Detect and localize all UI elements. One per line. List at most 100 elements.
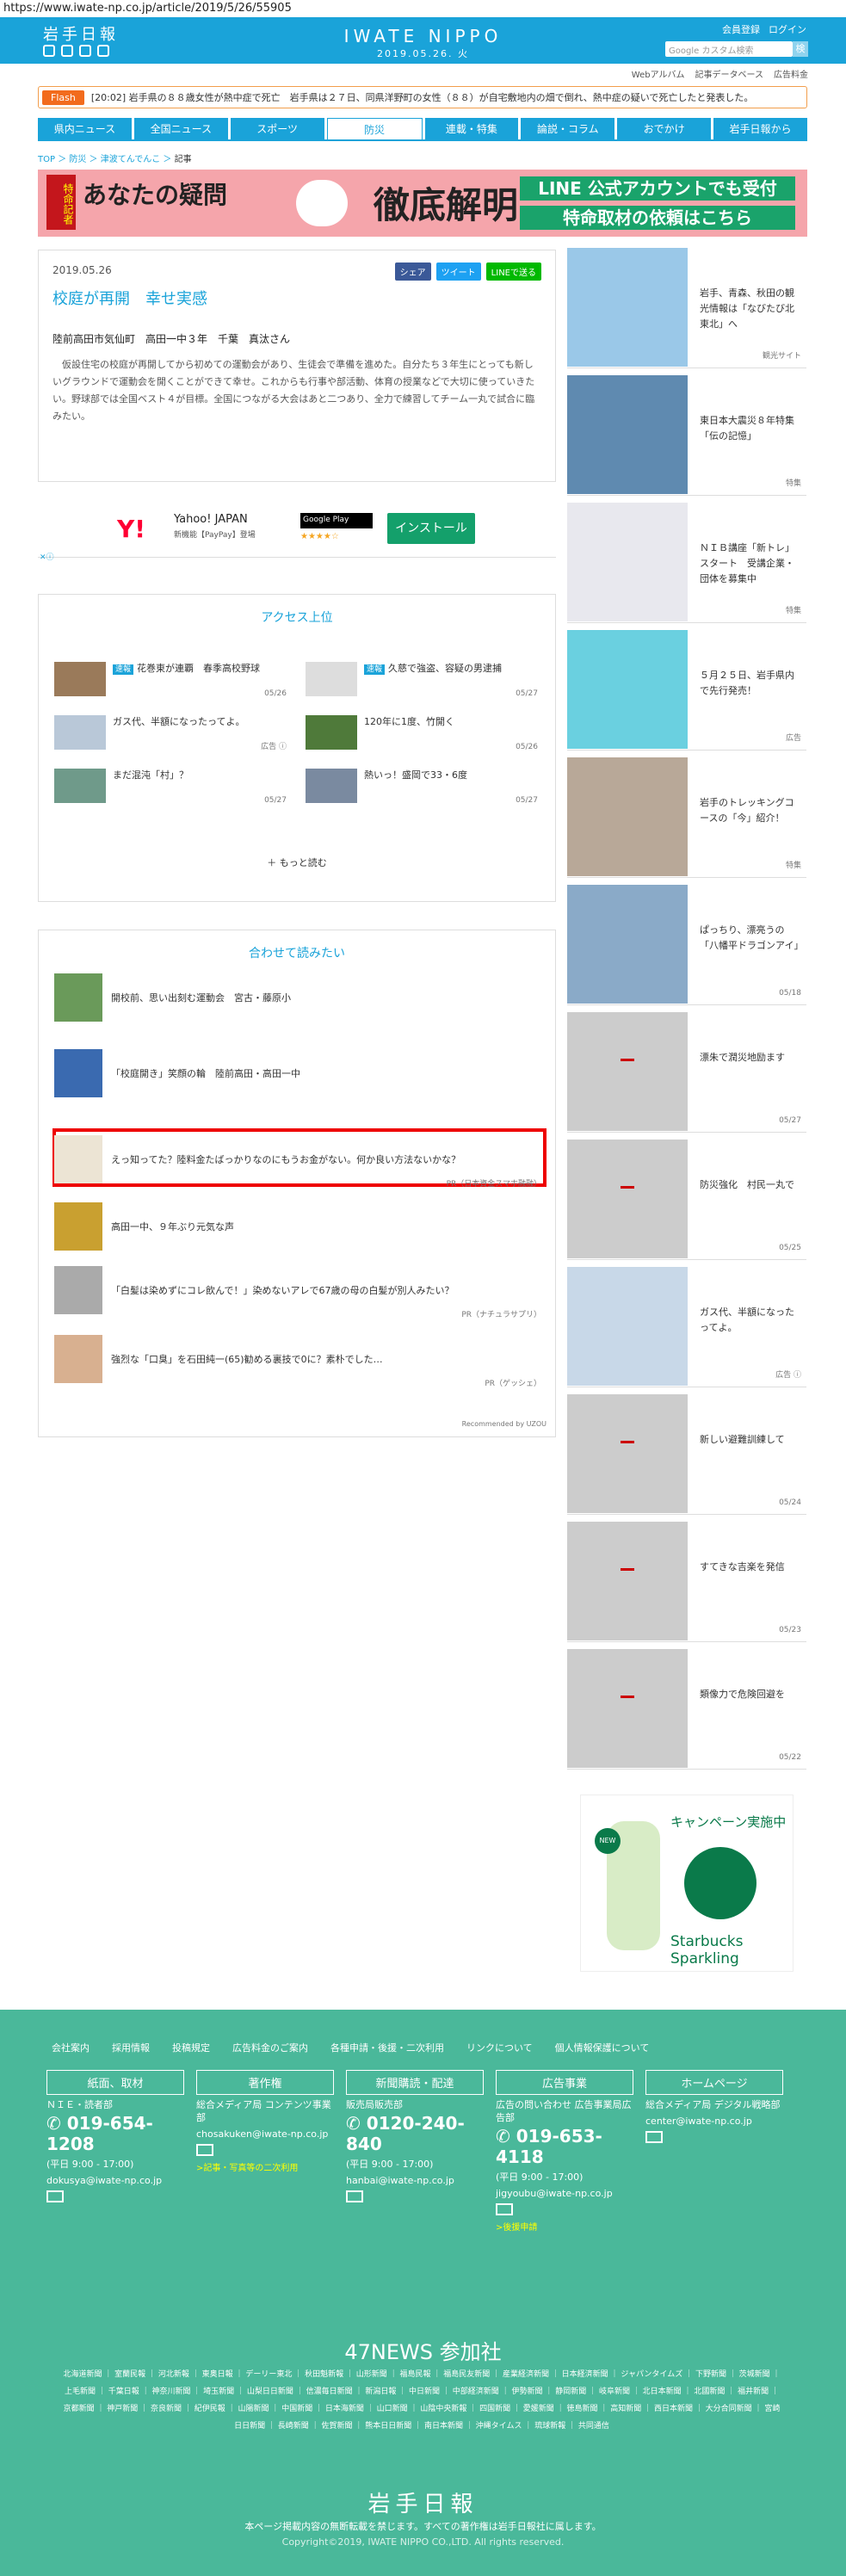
side-card[interactable]: ぱっちり、漂亮うの「八幡平ドラゴンアイ」 05/18 <box>567 885 806 1005</box>
google-play-icon: Google Play <box>300 513 373 528</box>
phone-icon: ✆ 0120-240-840 <box>346 2113 465 2154</box>
nav-bousai[interactable]: 防災 <box>326 118 423 140</box>
footer-link[interactable]: 会社案内 <box>52 2041 90 2054</box>
copyright: Copyright©2019, IWATE NIPPO CO.,LTD. All… <box>281 2536 565 2548</box>
mail-icon[interactable] <box>346 2190 363 2202</box>
login-link[interactable]: ログイン <box>769 22 806 36</box>
placeholder-logo-icon <box>567 1394 688 1513</box>
side-card[interactable]: 東日本大震災８年特集「伝の記憶」 特集 <box>567 375 806 496</box>
placeholder-logo-icon <box>567 1649 688 1768</box>
share-twitter-button[interactable]: ツイート <box>435 263 481 281</box>
footer-link[interactable]: リンクについて <box>466 2041 533 2054</box>
promo-banner[interactable]: 特命記者 あなたの疑問 徹底解明 LINE 公式アカウントでも受付 特命取材の依… <box>38 170 807 237</box>
ranking-item[interactable]: ガス代、半額になったってよ。 広告 ⓘ <box>54 715 287 751</box>
nav-national[interactable]: 全国ニュース <box>133 118 228 140</box>
mail-icon[interactable] <box>196 2144 213 2156</box>
side-card[interactable]: ＮＩＢ講座「新トレ」スタート 受講企業・団体を募集中 特集 <box>567 503 806 623</box>
partner-papers[interactable]: 北海道新聞 ｜ 室蘭民報 ｜ 河北新報 ｜ 東奥日報 ｜ デーリー東北 ｜ 秋田… <box>60 2366 783 2435</box>
side-card[interactable]: 類像力で危険回避を 05/22 <box>567 1649 806 1770</box>
bc-tsunami[interactable]: 津波てんでんこ <box>101 155 161 164</box>
footer-col: 紙面、取材 ＮＩＥ・読者部 ✆ 019-654-1208 (平日 9:00 - … <box>46 2070 184 2205</box>
footer-col: 新聞購読・配達 販売局販売部 ✆ 0120-240-840 (平日 9:00 -… <box>346 2070 484 2205</box>
nav-odekake[interactable]: おでかけ <box>617 118 712 140</box>
flash-text[interactable]: [20:02] 岩手県の８８歳女性が熱中症で死亡 岩手県は２７日、同県洋野町の女… <box>91 90 754 104</box>
search-icon[interactable]: 検 <box>793 41 808 57</box>
more-button[interactable]: ＋ もっと読む <box>39 856 555 869</box>
footer-logo: 岩手日報 <box>367 2492 479 2517</box>
secondary-use-link[interactable]: >記事・写真等の二次利用 <box>196 2162 334 2175</box>
related-thumb <box>54 1202 102 1251</box>
ranking-thumb <box>54 769 106 803</box>
related-item[interactable]: 開校前、思い出刻む運動会 宮古・藤原小 <box>54 973 541 1022</box>
ranking-thumb <box>306 769 357 803</box>
starbucks-logo-icon <box>684 1847 756 1919</box>
nav-local[interactable]: 県内ニュース <box>38 118 132 140</box>
related-item[interactable]: えっ知ってた？陸料金たばっかりなのにもうお金がない。何か良い方法ないかな？ PR… <box>54 1135 541 1189</box>
article-body: 仮設住宅の校庭が再開してから初めての運動会があり、生徒会で準備を進めた。自分たち… <box>52 359 535 422</box>
ranking-item[interactable]: 速報 花巻東が連覇 春季高校野球 05/26 <box>54 662 287 698</box>
nav-sports[interactable]: スポーツ <box>230 118 324 140</box>
related-articles: 合わせて読みたい 開校前、思い出刻む運動会 宮古・藤原小 「校庭開き」笑顔の輪 … <box>38 930 556 1437</box>
share-facebook-button[interactable]: シェア <box>394 263 431 281</box>
footer-notice: 本ページ掲載内容の無断転載を禁じます。すべての著作権は岩手日報社に属します。 <box>244 2521 602 2532</box>
site-header: 岩手日報 IWATE NIPPO 2019.05.26. 火 会員登録 ログイン… <box>0 17 846 64</box>
ranking-thumb <box>306 662 357 696</box>
search-input[interactable]: Google カスタム検索 <box>665 41 793 57</box>
footer-link[interactable]: 各種申請・後援・二次利用 <box>330 2041 444 2054</box>
member-link[interactable]: 会員登録 <box>722 22 760 36</box>
banner-tag: 特命記者 <box>46 175 76 230</box>
placeholder-logo-icon <box>567 1140 688 1258</box>
related-item[interactable]: 「白髪は染めずにコレ飲んで！」染めないアレで67歳の母の白髪が別人みたい？ PR… <box>54 1266 541 1319</box>
footer-link[interactable]: 広告料金のご案内 <box>232 2041 308 2054</box>
main-nav: 県内ニュース 全国ニュース スポーツ 防災 連載・特集 論説・コラム おでかけ … <box>38 118 807 140</box>
address-bar[interactable]: https://www.iwate-np.co.jp/article/2019/… <box>0 0 846 17</box>
mail-icon[interactable] <box>46 2190 64 2202</box>
side-card[interactable]: 新しい避難訓練して 05/24 <box>567 1394 806 1515</box>
starbucks-ad[interactable]: NEW キャンペーン実施中 Starbucks Sparkling <box>580 1795 794 1972</box>
side-card[interactable]: すてきな吉楽を発信 05/23 <box>567 1522 806 1642</box>
side-card[interactable]: ガス代、半額になったってよ。 広告 ⓘ <box>567 1267 806 1387</box>
nav-series[interactable]: 連載・特集 <box>424 118 519 140</box>
bc-top[interactable]: TOP <box>38 155 55 164</box>
share-line-button[interactable]: LINEで送る <box>485 263 541 281</box>
cat-illustration-icon <box>296 180 348 226</box>
article-byline: 陸前高田市気仙町 高田一中３年 千葉 真汰さん <box>52 333 291 345</box>
phone-icon: ✆ 019-653-4118 <box>496 2126 602 2167</box>
footer-link[interactable]: 個人情報保護について <box>555 2041 650 2054</box>
sublink-album[interactable]: Webアルバム <box>632 67 685 80</box>
related-item[interactable]: 強烈な「口臭」を石田純一(65)勧める裏技で0に？素朴でした… PR（ゲッシェ） <box>54 1335 541 1388</box>
bc-bousai[interactable]: 防災 <box>69 155 86 164</box>
ad-choices-icon[interactable]: ✕ⓘ <box>40 551 54 562</box>
footer-link[interactable]: 採用情報 <box>112 2041 150 2054</box>
yahoo-ad[interactable]: Y! Yahoo! JAPAN 新機能【PayPay】登場 Google Pla… <box>38 497 556 558</box>
footer-link[interactable]: 投稿規定 <box>172 2041 210 2054</box>
install-button[interactable]: インストール <box>387 513 475 544</box>
sublink-adrate[interactable]: 広告料金 <box>774 67 808 80</box>
flash-tag: Flash <box>42 90 84 105</box>
ranking-item[interactable]: 速報 久慈で強盗、容疑の男逮捕 05/27 <box>306 662 538 698</box>
related-thumb <box>54 1335 102 1383</box>
ranking-item[interactable]: 120年に1度、竹開く 05/26 <box>306 715 538 751</box>
nav-from-iwate[interactable]: 岩手日報から <box>713 118 807 140</box>
uzou-credit[interactable]: Recommended by UZOU <box>462 1420 547 1428</box>
side-card[interactable]: ５月２５日、岩手県内で先行発売！ 広告 <box>567 630 806 751</box>
phone-icon: ✆ 019-654-1208 <box>46 2113 153 2154</box>
side-card[interactable]: 防災強化 村民一丸で 05/25 <box>567 1140 806 1260</box>
mail-icon[interactable] <box>496 2203 513 2215</box>
nav-column[interactable]: 論説・コラム <box>521 118 615 140</box>
flash-news[interactable]: Flash [20:02] 岩手県の８８歳女性が熱中症で死亡 岩手県は２７日、同… <box>38 86 807 108</box>
related-item[interactable]: 高田一中、９年ぶり元気な声 <box>54 1202 541 1251</box>
side-card[interactable]: 岩手のトレッキングコースの「今」紹介！ 特集 <box>567 757 806 878</box>
mail-icon[interactable] <box>645 2131 663 2143</box>
side-card[interactable]: 岩手、青森、秋田の観光情報は「なびたび北東北」へ 観光サイト <box>567 248 806 368</box>
related-item[interactable]: 「校庭開き」笑顔の輪 陸前高田・高田一中 <box>54 1049 541 1097</box>
ranking-item[interactable]: まだ混沌「村」？ 05/27 <box>54 769 287 805</box>
side-card[interactable]: 漂朱で潤災地励ます 05/27 <box>567 1012 806 1133</box>
ad-title: Yahoo! JAPAN <box>174 513 248 526</box>
related-thumb <box>54 1135 102 1183</box>
sublink-database[interactable]: 記事データベース <box>695 67 764 80</box>
side-thumb <box>567 503 688 621</box>
ranking-item[interactable]: 熱いっ！盛岡で33・6度 05/27 <box>306 769 538 805</box>
bc-current: 記事 <box>174 155 192 164</box>
sponsor-link[interactable]: >後援申請 <box>496 2221 633 2234</box>
